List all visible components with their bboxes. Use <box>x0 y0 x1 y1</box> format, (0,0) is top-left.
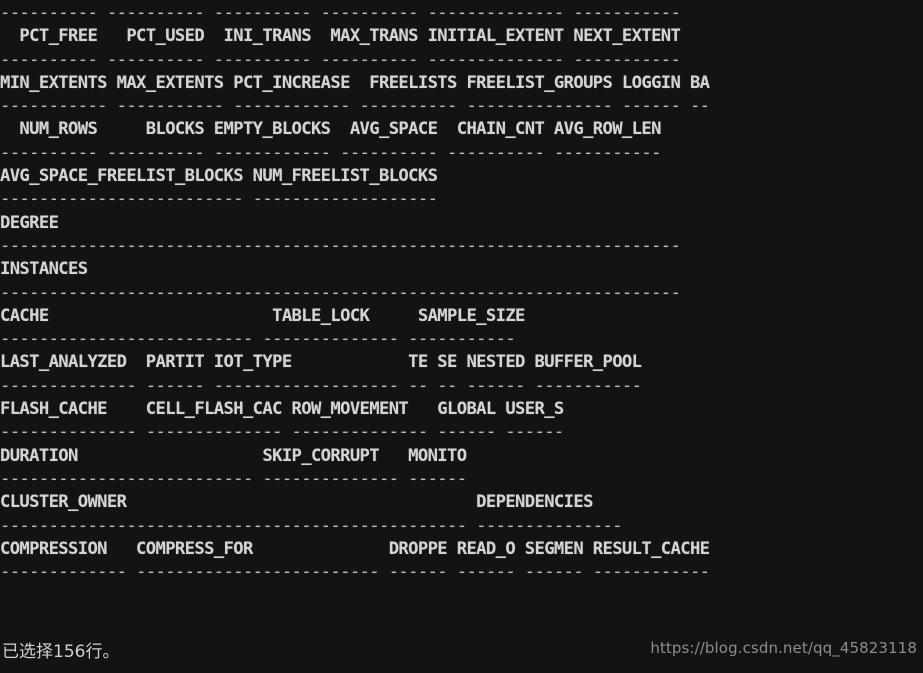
terminal-output: ---------- ---------- ---------- -------… <box>0 2 923 584</box>
separator-rule: -------------------------- -------------… <box>0 329 516 350</box>
separator-rule: ----------- ----------- ------------ ---… <box>0 96 710 117</box>
column-header-line: DURATION SKIP_CORRUPT MONITO <box>0 445 467 466</box>
separator-rule: -------------- -------------- ----------… <box>0 422 564 443</box>
separator-rule: ---------- ---------- ------------ -----… <box>0 142 661 163</box>
column-header-line: PCT_FREE PCT_USED INI_TRANS MAX_TRANS IN… <box>0 26 681 47</box>
column-header-line: AVG_SPACE_FREELIST_BLOCKS NUM_FREELIST_B… <box>0 166 438 187</box>
separator-rule: ---------- ---------- ---------- -------… <box>0 49 681 70</box>
separator-rule: ----------------------------------------… <box>0 515 623 536</box>
column-header-line: DEGREE <box>0 212 59 233</box>
rows-selected-status: 已选择156行。 <box>2 642 120 662</box>
watermark-url: https://blog.csdn.net/qq_45823118 <box>650 639 917 657</box>
separator-rule: ------------- ------------------------- … <box>0 562 710 583</box>
terminal-screen[interactable]: ---------- ---------- ---------- -------… <box>0 0 923 673</box>
column-header-line: CLUSTER_OWNER DEPENDENCIES <box>0 492 593 513</box>
column-header-line: INSTANCES <box>0 259 88 280</box>
column-header-line: LAST_ANALYZED PARTIT IOT_TYPE TE SE NEST… <box>0 352 642 373</box>
column-header-line: MIN_EXTENTS MAX_EXTENTS PCT_INCREASE FRE… <box>0 72 710 93</box>
separator-rule: ------------------------- --------------… <box>0 189 438 210</box>
separator-rule: ----------------------------------------… <box>0 282 681 303</box>
separator-rule: -------------- ------ ------------------… <box>0 375 642 396</box>
column-header-line: FLASH_CACHE CELL_FLASH_CAC ROW_MOVEMENT … <box>0 399 564 420</box>
column-header-line: CACHE TABLE_LOCK SAMPLE_SIZE <box>0 305 525 326</box>
status-bar: 已选择156行。 https://blog.csdn.net/qq_458231… <box>0 637 923 667</box>
separator-rule: -------------------------- -------------… <box>0 468 467 489</box>
separator-rule: ----------------------------------------… <box>0 235 681 256</box>
column-header-line: COMPRESSION COMPRESS_FOR DROPPE READ_O S… <box>0 538 710 559</box>
column-header-line: NUM_ROWS BLOCKS EMPTY_BLOCKS AVG_SPACE C… <box>0 119 661 140</box>
separator-rule: ---------- ---------- ---------- -------… <box>0 3 681 23</box>
